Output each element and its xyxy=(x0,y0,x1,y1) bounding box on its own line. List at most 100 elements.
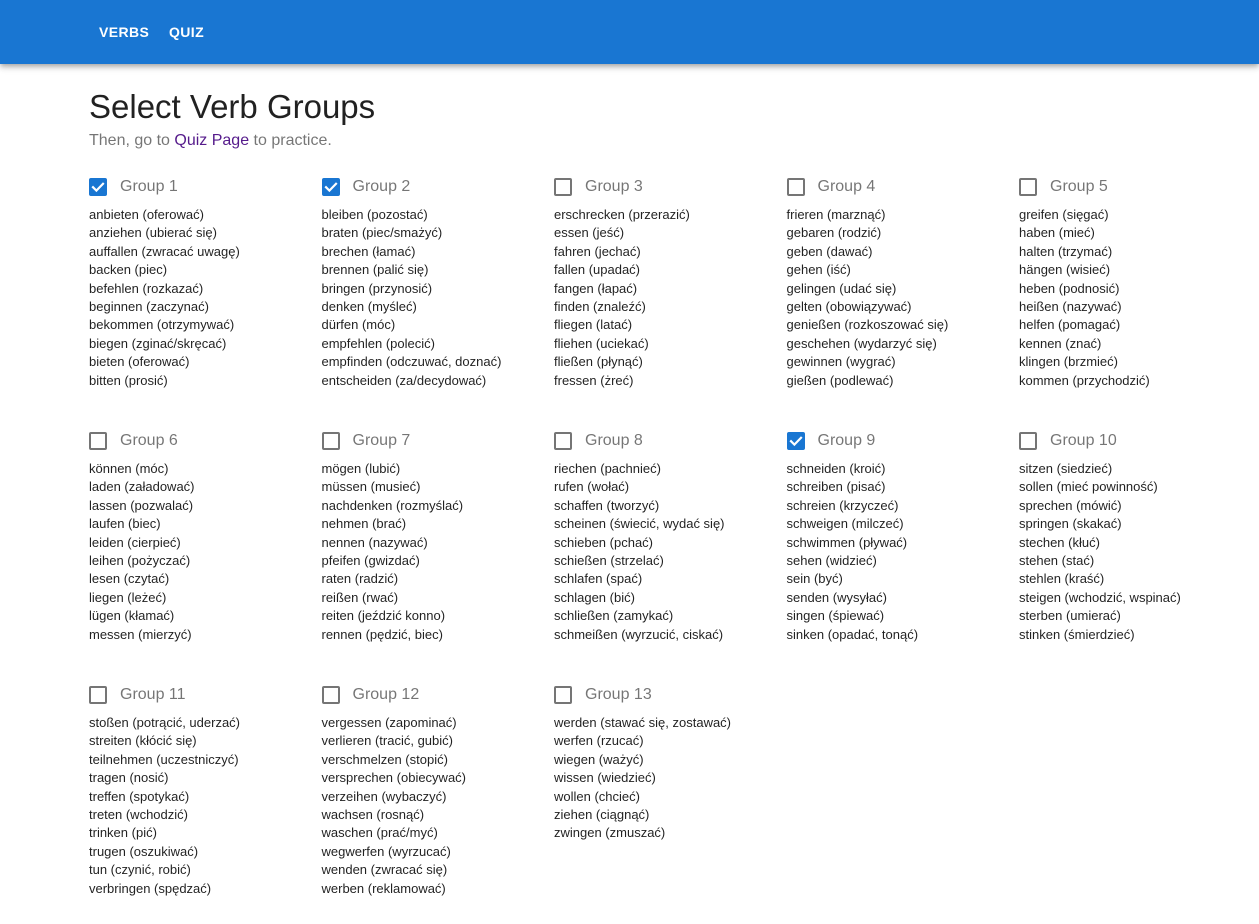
verb-item: verlieren (tracić, gubić) xyxy=(321,733,454,749)
verb-group-6: Group 6 können (móc) laden (załadować) lass… xyxy=(89,430,321,670)
verb-item: schreien (krzyczeć) xyxy=(786,497,899,513)
checkbox-checked[interactable] xyxy=(321,178,340,196)
check-icon xyxy=(91,182,105,193)
verb-item: rufen (wołać) xyxy=(554,479,630,495)
group-checkbox-row[interactable]: Group 10 xyxy=(1019,430,1117,452)
group-checkbox-row[interactable]: Group 2 xyxy=(321,176,411,198)
verb-item: nennen (nazywać) xyxy=(321,534,428,550)
group-checkbox-row[interactable]: Group 12 xyxy=(321,684,419,706)
verb-item: schießen (strzelać) xyxy=(554,552,664,568)
verb-item: sehen (widzieć) xyxy=(786,552,877,568)
group-checkbox-row[interactable]: Group 11 xyxy=(89,684,186,706)
verb-item: denken (myśleć) xyxy=(321,298,417,314)
group-checkbox-row[interactable]: Group 8 xyxy=(554,430,643,452)
verb-item: schweigen (milczeć) xyxy=(786,516,904,532)
verb-item: gelingen (udać się) xyxy=(786,280,897,296)
verb-item: erschrecken (przerazić) xyxy=(554,207,690,222)
verb-item: halten (trzymać) xyxy=(1019,243,1113,259)
checkbox-unchecked[interactable] xyxy=(554,686,572,704)
group-label: Group 2 xyxy=(352,178,411,195)
verb-list: schneiden (kroić) schreiben (pisać) schrei… xyxy=(787,460,919,644)
group-checkbox-row[interactable]: Group 6 xyxy=(89,430,178,452)
checkbox-unchecked[interactable] xyxy=(1019,178,1037,196)
nav-quiz-button[interactable]: QUIZ xyxy=(169,23,204,41)
checkbox-checked[interactable] xyxy=(786,432,805,450)
verb-item: anziehen (ubierać się) xyxy=(89,225,217,241)
verb-item: empfinden (odczuwać, doznać) xyxy=(321,354,502,370)
verb-item: greifen (sięgać) xyxy=(1019,207,1109,222)
verb-item: geschehen (wydarzyć się) xyxy=(786,335,937,351)
verb-item: geben (dawać) xyxy=(786,243,873,259)
verb-item: wenden (zwracać się) xyxy=(321,862,448,878)
group-checkbox-row[interactable]: Group 13 xyxy=(554,684,652,706)
verb-item: treffen (spotykać) xyxy=(89,788,190,804)
subtitle-text-after: to practice. xyxy=(249,132,332,149)
verb-item: fangen (łapać) xyxy=(554,280,638,296)
verb-item: frieren (marznąć) xyxy=(786,207,886,222)
verb-item: liegen (leżeć) xyxy=(89,589,167,605)
nav-verbs-button[interactable]: VERBS xyxy=(99,23,149,41)
group-checkbox-row[interactable]: Group 3 xyxy=(554,176,643,198)
verb-item: essen (jeść) xyxy=(554,225,625,241)
verb-item: gehen (iść) xyxy=(786,262,851,278)
group-checkbox-row[interactable]: Group 1 xyxy=(89,176,178,198)
verb-item: laufen (biec) xyxy=(89,516,161,532)
verb-item: schwimmen (pływać) xyxy=(786,534,908,550)
verb-list: erschrecken (przerazić) essen (jeść) fahre… xyxy=(554,206,690,390)
verb-item: sinken (opadać, tonąć) xyxy=(786,626,919,642)
verb-group-11: Group 11 stoßen (potrącić, uderzać) streit… xyxy=(89,684,321,924)
verb-group-7: Group 7 mögen (lubić) müssen (musieć) nachd… xyxy=(321,430,554,670)
checkbox-unchecked[interactable] xyxy=(1019,432,1037,450)
verb-group-12: Group 12 vergessen (zapominać) verlieren (… xyxy=(321,684,554,924)
verb-item: fahren (jechać) xyxy=(554,243,641,259)
verb-list: sitzen (siedzieć) sollen (mieć powinność)… xyxy=(1019,460,1181,644)
quiz-page-link[interactable]: Quiz Page xyxy=(174,132,249,149)
group-label: Group 9 xyxy=(817,432,876,449)
checkbox-checked[interactable] xyxy=(89,178,107,196)
verb-group-9: Group 9 schneiden (kroić) schreiben (pisać… xyxy=(786,430,1019,670)
verb-item: stinken (śmierdzieć) xyxy=(1019,626,1135,642)
checkbox-unchecked[interactable] xyxy=(321,432,340,450)
checkbox-unchecked[interactable] xyxy=(786,178,805,196)
verb-item: bitten (prosić) xyxy=(89,372,168,388)
group-checkbox-row[interactable]: Group 7 xyxy=(321,430,410,452)
verb-item: verzeihen (wybaczyć) xyxy=(321,788,447,804)
verb-group-4: Group 4 frieren (marznąć) gebaren (rodzić)… xyxy=(786,176,1019,416)
group-label: Group 5 xyxy=(1050,178,1108,195)
group-checkbox-row[interactable]: Group 4 xyxy=(786,176,875,198)
group-checkbox-row[interactable]: Group 9 xyxy=(786,430,876,452)
verb-item: schlafen (spać) xyxy=(554,571,643,587)
verb-item: verbringen (spędzać) xyxy=(89,880,212,896)
verb-item: sollen (mieć powinność) xyxy=(1019,479,1158,495)
verb-item: gießen (podlewać) xyxy=(786,372,894,388)
verb-item: schneiden (kroić) xyxy=(786,461,886,476)
verb-item: sprechen (mówić) xyxy=(1019,497,1122,513)
checkbox-unchecked[interactable] xyxy=(89,686,107,704)
verb-item: braten (piec/smażyć) xyxy=(321,225,443,241)
verb-item: fliehen (uciekać) xyxy=(554,335,649,351)
verb-item: bringen (przynosić) xyxy=(321,280,433,296)
verb-item: nehmen (brać) xyxy=(321,516,407,532)
verb-item: sitzen (siedzieć) xyxy=(1019,461,1113,476)
verb-item: auffallen (zwracać uwagę) xyxy=(89,243,240,259)
app-bar: VERBS QUIZ xyxy=(0,0,1259,64)
verb-item: schaffen (tworzyć) xyxy=(554,497,660,513)
verb-item: brechen (łamać) xyxy=(321,243,416,259)
verb-item: bleiben (pozostać) xyxy=(321,207,428,222)
verb-item: sein (być) xyxy=(786,571,843,587)
verb-item: werfen (rzucać) xyxy=(554,733,644,749)
verb-item: haben (mieć) xyxy=(1019,225,1095,241)
verb-item: werben (reklamować) xyxy=(321,880,446,896)
verb-item: schließen (zamykać) xyxy=(554,608,674,624)
checkbox-unchecked[interactable] xyxy=(554,178,572,196)
checkbox-unchecked[interactable] xyxy=(321,686,340,704)
verb-item: fressen (żreć) xyxy=(554,372,634,388)
page-subtitle: Then, go to Quiz Page to practice. xyxy=(89,130,1259,152)
verb-item: klingen (brzmieć) xyxy=(1019,354,1118,370)
checkbox-unchecked[interactable] xyxy=(554,432,572,450)
checkbox-unchecked[interactable] xyxy=(89,432,107,450)
group-checkbox-row[interactable]: Group 5 xyxy=(1019,176,1108,198)
verb-list: anbieten (oferować) anziehen (ubierać się… xyxy=(89,206,240,390)
verb-item: genießen (rozkoszować się) xyxy=(786,317,949,333)
verb-item: treten (wchodzić) xyxy=(89,806,188,822)
